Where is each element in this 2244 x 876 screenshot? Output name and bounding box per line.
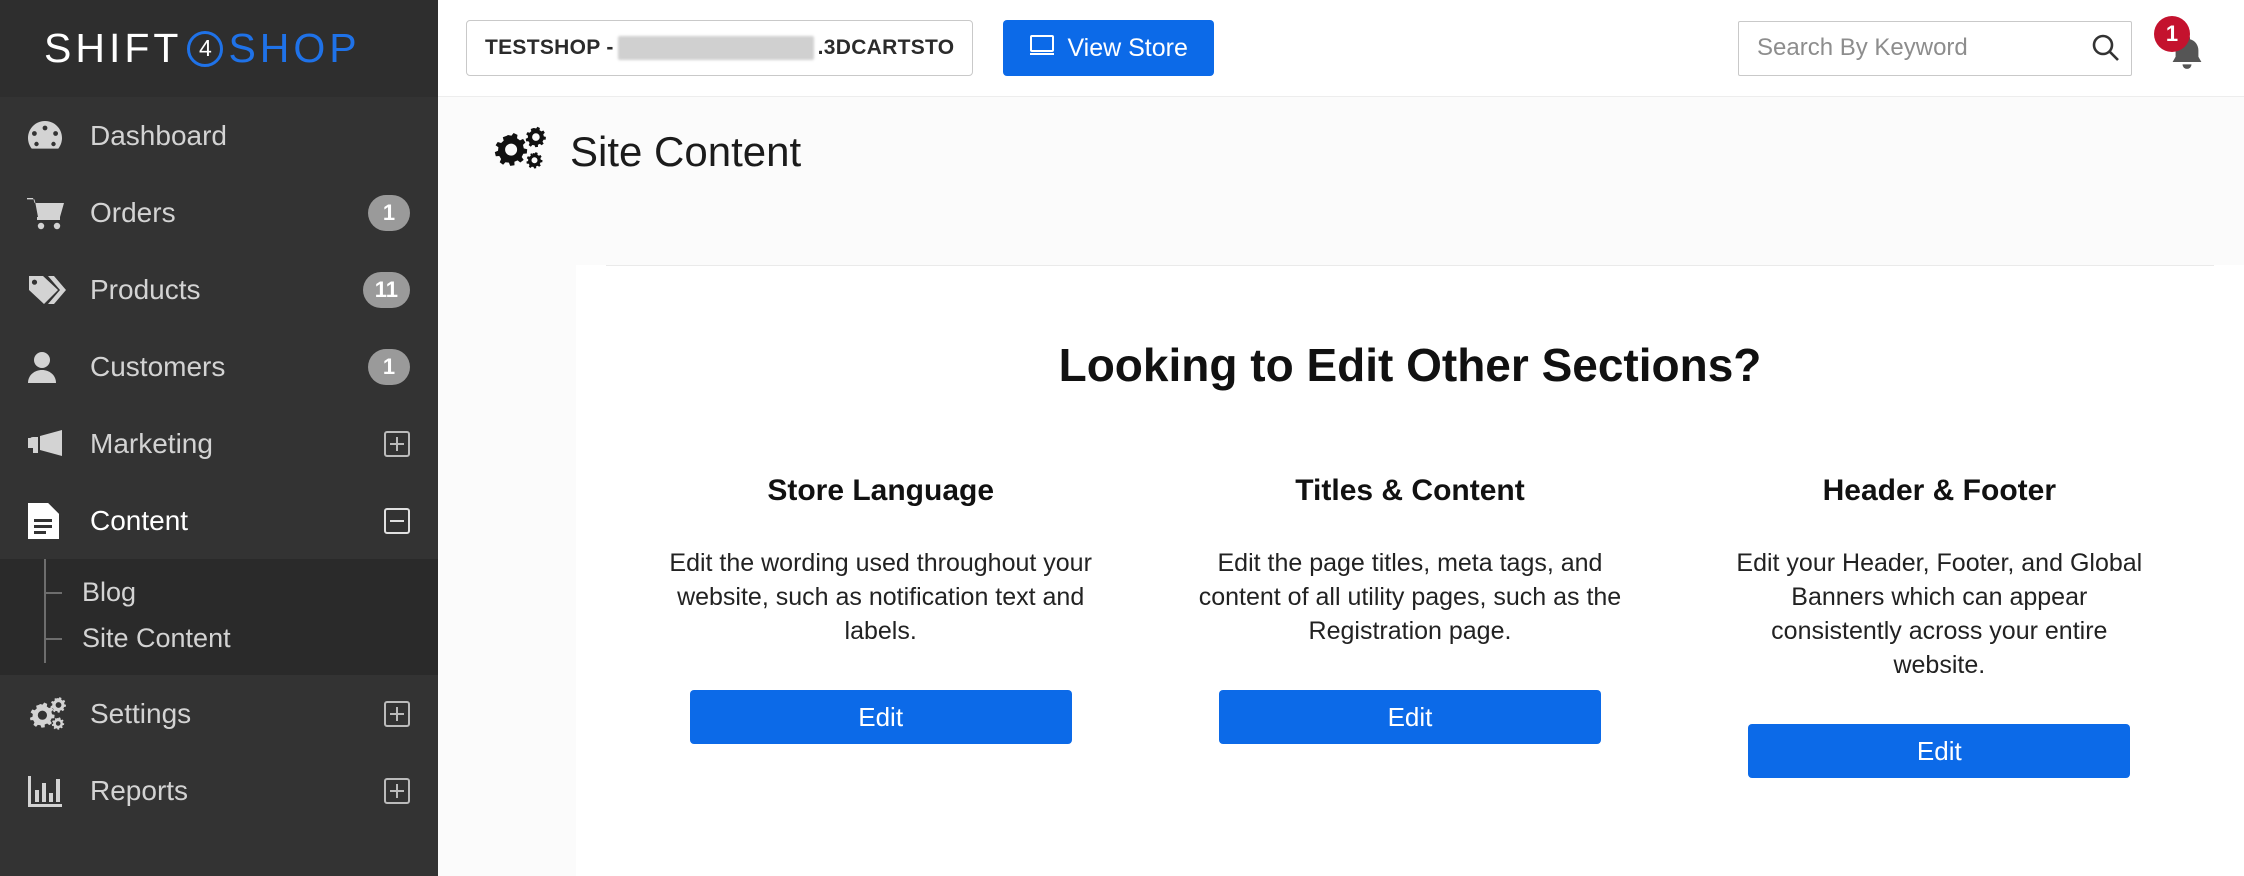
expand-plus-icon[interactable] bbox=[384, 701, 410, 727]
section-title: Looking to Edit Other Sections? bbox=[606, 338, 2214, 392]
panel-divider bbox=[606, 265, 2214, 266]
view-store-label: View Store bbox=[1067, 34, 1187, 63]
sidebar-item-label: Products bbox=[90, 274, 363, 306]
document-icon bbox=[26, 502, 74, 540]
card-titles-content: Titles & Content Edit the page titles, m… bbox=[1145, 474, 1674, 778]
search-container bbox=[1738, 21, 2132, 76]
sidebar-item-label: Marketing bbox=[90, 428, 384, 460]
brand-logo-text: SHIFT 4 SHOP bbox=[44, 25, 361, 72]
sidebar-submenu-content: Blog Site Content bbox=[0, 559, 438, 675]
sidebar-item-products[interactable]: Products 11 bbox=[0, 251, 438, 328]
page-header: Site Content bbox=[438, 97, 2244, 207]
edit-titles-content-button[interactable]: Edit bbox=[1219, 690, 1601, 744]
card-description: Edit the page titles, meta tags, and con… bbox=[1195, 546, 1625, 648]
gears-icon bbox=[490, 126, 548, 178]
top-bar: TESTSHOP - .3DCARTSTO View Store bbox=[438, 0, 2244, 97]
shopping-cart-icon bbox=[26, 196, 74, 230]
edit-header-footer-button[interactable]: Edit bbox=[1748, 724, 2130, 778]
sidebar-item-customers[interactable]: Customers 1 bbox=[0, 328, 438, 405]
card-title: Store Language bbox=[642, 474, 1119, 508]
collapse-minus-icon[interactable] bbox=[384, 508, 410, 534]
content-scroll-area: Looking to Edit Other Sections? Store La… bbox=[438, 207, 2244, 876]
sidebar-item-settings[interactable]: Settings bbox=[0, 675, 438, 752]
brand-shift-text: SHIFT bbox=[44, 25, 182, 72]
sidebar-item-reports[interactable]: Reports bbox=[0, 752, 438, 829]
notifications-button[interactable]: 1 bbox=[2164, 20, 2210, 76]
card-description: Edit the wording used throughout your we… bbox=[666, 546, 1096, 648]
shop-selector[interactable]: TESTSHOP - .3DCARTSTO bbox=[466, 20, 973, 76]
brand-four-badge: 4 bbox=[187, 31, 223, 67]
sidebar-badge-orders: 1 bbox=[368, 195, 410, 231]
sidebar-item-orders[interactable]: Orders 1 bbox=[0, 174, 438, 251]
sidebar-item-marketing[interactable]: Marketing bbox=[0, 405, 438, 482]
sidebar-item-dashboard[interactable]: Dashboard bbox=[0, 97, 438, 174]
edit-store-language-button[interactable]: Edit bbox=[690, 690, 1072, 744]
expand-plus-icon[interactable] bbox=[384, 431, 410, 457]
price-tag-icon bbox=[26, 273, 74, 307]
sidebar-subitem-label: Site Content bbox=[82, 623, 231, 654]
sidebar-subitem-label: Blog bbox=[82, 577, 136, 608]
user-icon bbox=[26, 350, 74, 384]
dashboard-gauge-icon bbox=[26, 119, 74, 153]
search-button[interactable] bbox=[2084, 27, 2126, 69]
expand-plus-icon[interactable] bbox=[384, 778, 410, 804]
shop-selector-suffix: .3DCARTSTO bbox=[818, 36, 955, 60]
main-area: TESTSHOP - .3DCARTSTO View Store bbox=[438, 0, 2244, 876]
card-description: Edit your Header, Footer, and Global Ban… bbox=[1724, 546, 2154, 682]
card-store-language: Store Language Edit the wording used thr… bbox=[616, 474, 1145, 778]
cards-row: Store Language Edit the wording used thr… bbox=[606, 474, 2214, 778]
sidebar-item-label: Customers bbox=[90, 351, 368, 383]
search-input[interactable] bbox=[1738, 21, 2132, 76]
view-store-button[interactable]: View Store bbox=[1003, 20, 1213, 76]
sidebar-item-label: Settings bbox=[90, 698, 384, 730]
brand-logo[interactable]: SHIFT 4 SHOP bbox=[0, 0, 438, 97]
brand-shop-text: SHOP bbox=[228, 25, 360, 72]
sidebar-item-label: Reports bbox=[90, 775, 384, 807]
search-icon bbox=[2090, 51, 2120, 66]
monitor-icon bbox=[1029, 34, 1055, 63]
sidebar-badge-products: 11 bbox=[363, 272, 410, 308]
sidebar-nav: Dashboard Orders 1 bbox=[0, 97, 438, 876]
sidebar-item-blog[interactable]: Blog bbox=[0, 569, 438, 615]
sidebar-item-label: Dashboard bbox=[90, 120, 410, 152]
sidebar-item-label: Orders bbox=[90, 197, 368, 229]
app-root: SHIFT 4 SHOP Dashboard bbox=[0, 0, 2244, 876]
bar-chart-icon bbox=[26, 774, 74, 808]
card-title: Titles & Content bbox=[1171, 474, 1648, 508]
sidebar-item-label: Content bbox=[90, 505, 384, 537]
sidebar-item-content[interactable]: Content bbox=[0, 482, 438, 559]
gears-icon bbox=[26, 696, 74, 732]
sidebar-badge-customers: 1 bbox=[368, 349, 410, 385]
notification-count-badge: 1 bbox=[2154, 16, 2190, 52]
shop-selector-prefix: TESTSHOP - bbox=[485, 36, 614, 60]
redacted-store-name bbox=[618, 36, 814, 60]
megaphone-icon bbox=[26, 428, 74, 460]
card-header-footer: Header & Footer Edit your Header, Footer… bbox=[1675, 474, 2204, 778]
card-title: Header & Footer bbox=[1701, 474, 2178, 508]
content-panel: Looking to Edit Other Sections? Store La… bbox=[576, 265, 2244, 876]
sidebar: SHIFT 4 SHOP Dashboard bbox=[0, 0, 438, 876]
page-title: Site Content bbox=[570, 128, 801, 176]
sidebar-item-site-content[interactable]: Site Content bbox=[0, 615, 438, 661]
